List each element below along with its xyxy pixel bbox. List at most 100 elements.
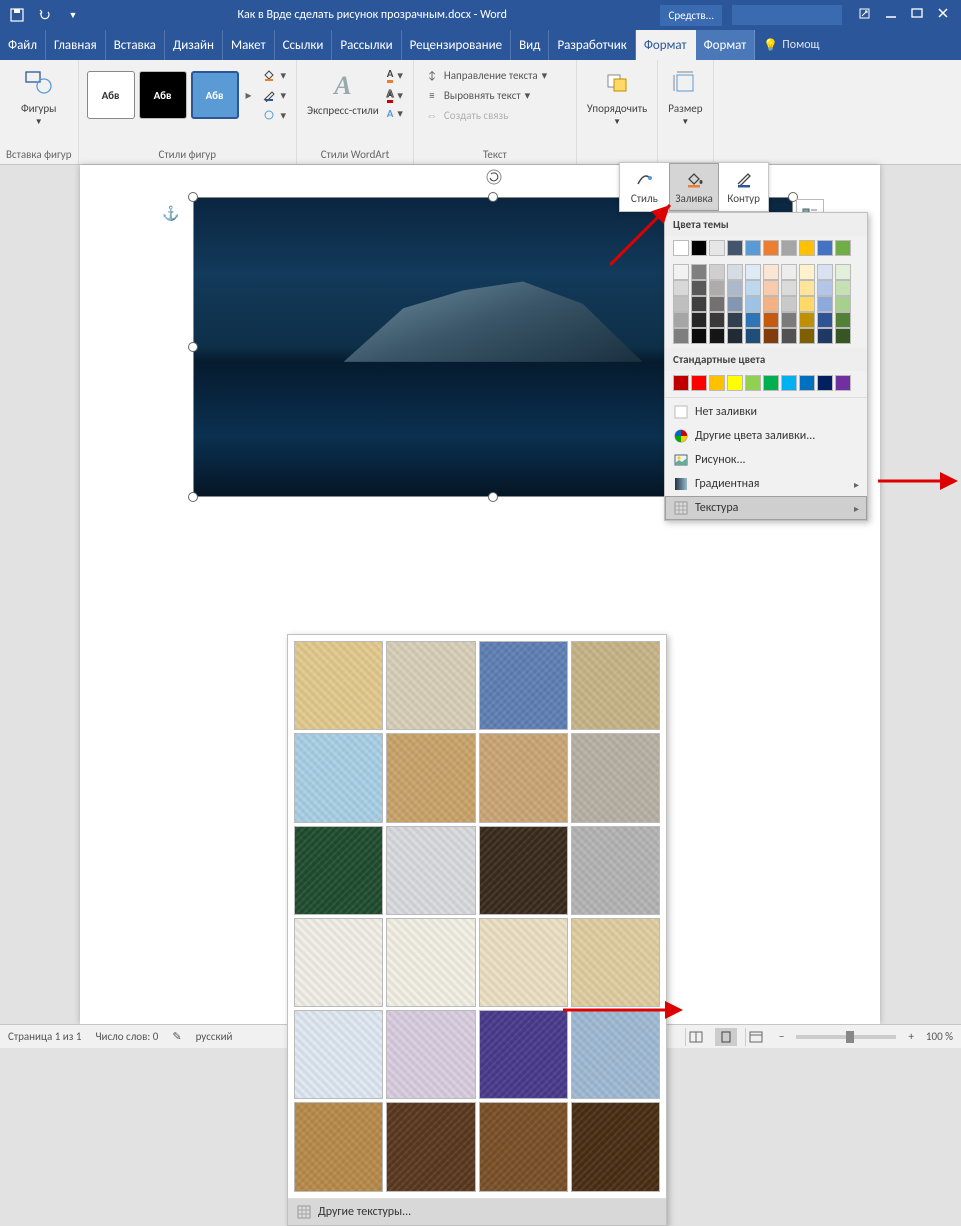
tab-view[interactable]: Вид (511, 30, 549, 60)
color-swatch[interactable] (691, 328, 707, 344)
tab-layout[interactable]: Макет (223, 30, 275, 60)
texture-swatch[interactable] (479, 733, 568, 822)
ribbon-options-icon[interactable] (858, 7, 871, 24)
status-language[interactable]: русский (196, 1030, 233, 1043)
maximize-icon[interactable] (911, 7, 923, 24)
mini-outline-button[interactable]: Контур (719, 163, 768, 211)
color-swatch[interactable] (763, 328, 779, 344)
size-button[interactable]: Размер▼ (664, 64, 706, 129)
rotate-handle[interactable] (484, 167, 504, 187)
color-swatch[interactable] (727, 280, 743, 296)
color-swatch[interactable] (781, 328, 797, 344)
shape-style-3[interactable]: Абв (191, 71, 239, 119)
color-swatch[interactable] (781, 280, 797, 296)
color-swatch[interactable] (817, 280, 833, 296)
color-swatch[interactable] (727, 264, 743, 280)
color-swatch[interactable] (727, 312, 743, 328)
color-swatch[interactable] (691, 264, 707, 280)
color-swatch[interactable] (673, 312, 689, 328)
color-swatch[interactable] (781, 312, 797, 328)
tell-me-box[interactable]: 💡 Помощ (755, 30, 827, 60)
texture-swatch[interactable] (479, 641, 568, 730)
tab-insert[interactable]: Вставка (106, 30, 165, 60)
align-text-button[interactable]: ≡Выровнять текст▾ (422, 86, 568, 104)
texture-swatch[interactable] (294, 641, 383, 730)
resize-handle-n[interactable] (488, 192, 498, 202)
texture-swatch[interactable] (571, 733, 660, 822)
color-swatch[interactable] (817, 240, 833, 256)
zoom-level[interactable]: 100 % (926, 1030, 953, 1043)
color-swatch[interactable] (691, 375, 707, 391)
tab-mailings[interactable]: Рассылки (332, 30, 401, 60)
color-swatch[interactable] (709, 375, 725, 391)
color-swatch[interactable] (745, 375, 761, 391)
color-swatch[interactable] (673, 328, 689, 344)
color-swatch[interactable] (709, 296, 725, 312)
texture-swatch[interactable] (386, 826, 475, 915)
tab-review[interactable]: Рецензирование (402, 30, 511, 60)
color-swatch[interactable] (781, 264, 797, 280)
texture-swatch[interactable] (479, 918, 568, 1007)
color-swatch[interactable] (709, 264, 725, 280)
color-swatch[interactable] (727, 328, 743, 344)
color-swatch[interactable] (781, 240, 797, 256)
texture-swatch[interactable] (294, 1010, 383, 1099)
tab-format-picture[interactable]: Формат (696, 30, 756, 60)
color-swatch[interactable] (763, 375, 779, 391)
shape-style-1[interactable]: Абв (87, 71, 135, 119)
color-swatch[interactable] (691, 296, 707, 312)
shape-effects-button[interactable]: ▾ (259, 106, 289, 124)
texture-swatch[interactable] (294, 733, 383, 822)
no-fill-item[interactable]: Нет заливки (665, 400, 867, 424)
tab-home[interactable]: Главная (46, 30, 106, 60)
color-swatch[interactable] (727, 375, 743, 391)
color-swatch[interactable] (817, 296, 833, 312)
color-swatch[interactable] (817, 328, 833, 344)
color-swatch[interactable] (763, 240, 779, 256)
anchor-icon[interactable]: ⚓ (162, 205, 179, 222)
color-swatch[interactable] (673, 280, 689, 296)
color-swatch[interactable] (709, 280, 725, 296)
color-swatch[interactable] (673, 296, 689, 312)
text-outline-button[interactable]: A▾ (385, 86, 405, 104)
more-textures-item[interactable]: Другие текстуры... (288, 1198, 666, 1225)
texture-swatch[interactable] (479, 1010, 568, 1099)
shape-style-gallery[interactable]: Абв Абв Абв (85, 69, 241, 121)
color-swatch[interactable] (799, 296, 815, 312)
color-swatch[interactable] (745, 240, 761, 256)
color-swatch[interactable] (763, 280, 779, 296)
color-swatch[interactable] (781, 375, 797, 391)
zoom-thumb[interactable] (846, 1031, 854, 1043)
texture-swatch[interactable] (294, 1102, 383, 1191)
color-swatch[interactable] (835, 264, 851, 280)
arrange-button[interactable]: Упорядочить▼ (583, 64, 651, 129)
shape-style-2[interactable]: Абв (139, 71, 187, 119)
qat-more-icon[interactable]: ▼ (62, 4, 84, 26)
color-swatch[interactable] (709, 312, 725, 328)
texture-swatch[interactable] (386, 733, 475, 822)
view-read-mode[interactable] (685, 1028, 707, 1046)
tab-file[interactable]: Файл (0, 30, 46, 60)
resize-handle-w[interactable] (188, 342, 198, 352)
view-print-layout[interactable] (715, 1028, 737, 1046)
color-swatch[interactable] (817, 312, 833, 328)
texture-swatch[interactable] (386, 1010, 475, 1099)
texture-swatch[interactable] (294, 918, 383, 1007)
shape-outline-button[interactable]: ▾ (259, 86, 289, 104)
status-page[interactable]: Страница 1 из 1 (8, 1030, 81, 1043)
resize-handle-s[interactable] (488, 492, 498, 502)
resize-handle-nw[interactable] (188, 192, 198, 202)
texture-swatch[interactable] (571, 918, 660, 1007)
save-icon[interactable] (6, 4, 28, 26)
texture-swatch[interactable] (386, 1102, 475, 1191)
texture-swatch[interactable] (571, 826, 660, 915)
shapes-button[interactable]: Фигуры ▼ (17, 64, 61, 129)
text-effects-button[interactable]: A▾ (385, 106, 405, 121)
shape-style-more[interactable]: ▸ (241, 88, 257, 103)
more-colors-item[interactable]: Другие цвета заливки... (665, 424, 867, 448)
color-swatch[interactable] (835, 280, 851, 296)
color-swatch[interactable] (673, 375, 689, 391)
color-swatch[interactable] (835, 296, 851, 312)
color-swatch[interactable] (745, 312, 761, 328)
color-swatch[interactable] (799, 328, 815, 344)
